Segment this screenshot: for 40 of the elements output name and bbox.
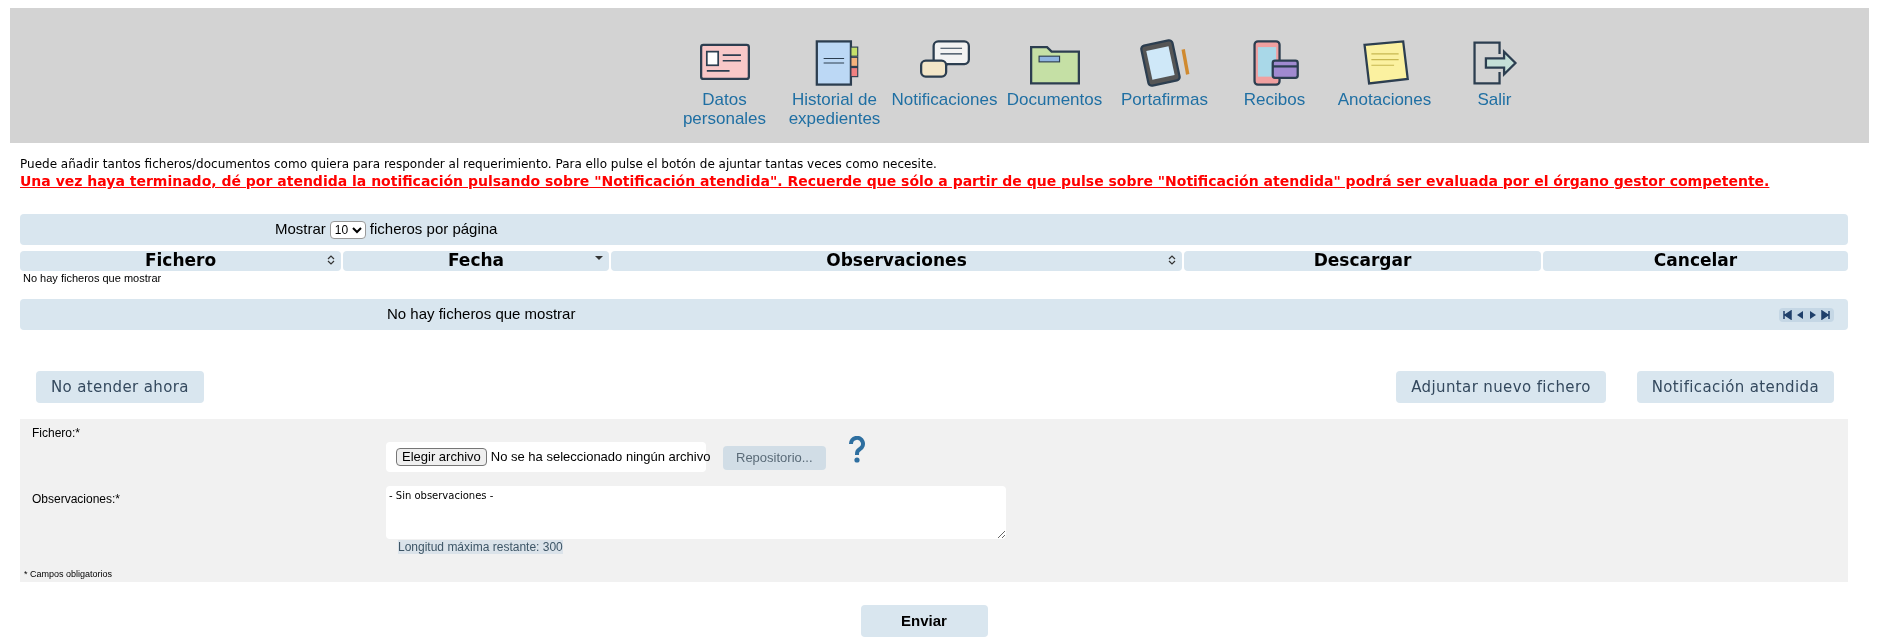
instructions-text: Puede añadir tantos ficheros/documentos como quiera para responder al requerimiento. Para ello pulse el botón de ajuntar tantas veces como necesite. (20, 156, 938, 172)
nav-link[interactable]: Anotaciones (1330, 38, 1439, 143)
notification-attended-button[interactable]: Notificación atendida (1636, 371, 1834, 403)
sort-icon (327, 255, 335, 265)
pagination-control[interactable] (1779, 307, 1834, 322)
empty-table-text: No hay ficheros que mostrar (23, 271, 163, 285)
nav-link[interactable]: Recibos (1220, 38, 1329, 143)
nav-link[interactable]: Datos personales (670, 38, 779, 143)
nav-link[interactable]: Documentos (1000, 38, 1109, 143)
repository-button[interactable]: Repositorio... (723, 446, 826, 470)
nav-link[interactable]: Portafirmas (1110, 38, 1219, 143)
column-header[interactable]: Fichero (20, 251, 341, 271)
skip-button[interactable]: No atender ahora (36, 371, 204, 403)
observations-label: Observaciones:* (32, 491, 121, 508)
page-size-select[interactable]: 10 (329, 220, 366, 239)
column-header[interactable]: Observaciones (611, 251, 1182, 271)
nav-link[interactable]: Historial de expedientes (780, 38, 889, 143)
help-icon[interactable] (848, 436, 866, 464)
required-fields-note: * Campos obligatorios (24, 568, 113, 581)
column-header[interactable]: Fecha (343, 251, 609, 271)
show-label: Mostrar (275, 219, 326, 240)
next-page-icon[interactable] (1808, 309, 1818, 320)
warning-text: Una vez haya terminado, dé por atendida la notificación pulsando sobre "Notificación atendida". Recuerde que sólo a partir de que pulse sobre "Notificación atendida" podrá ser evaluada por el órgano gestor competente. (20, 172, 1771, 190)
per-page-label: ficheros por página (369, 219, 498, 240)
attach-file-button[interactable]: Adjuntar nuevo fichero (1396, 371, 1606, 403)
choose-file-button[interactable]: Elegir archivo (396, 448, 487, 466)
last-page-icon[interactable] (1821, 309, 1831, 320)
previous-page-icon[interactable] (1795, 309, 1805, 320)
nav-link[interactable]: Notificaciones (890, 38, 999, 143)
remaining-length-text: Longitud máxima restante: 300 (398, 540, 563, 554)
sort-descending-icon (595, 255, 603, 261)
table-info-text: No hay ficheros que mostrar (387, 304, 577, 325)
first-page-icon[interactable] (1782, 309, 1792, 320)
column-header[interactable]: Cancelar (1543, 251, 1848, 271)
file-label: Fichero:* (32, 425, 81, 442)
observations-field[interactable]: - Sin observaciones - (386, 486, 1006, 539)
sort-icon (1168, 255, 1176, 265)
submit-button[interactable]: Enviar (860, 605, 988, 637)
nav-link[interactable]: Salir (1440, 38, 1549, 143)
column-header[interactable]: Descargar (1184, 251, 1541, 271)
